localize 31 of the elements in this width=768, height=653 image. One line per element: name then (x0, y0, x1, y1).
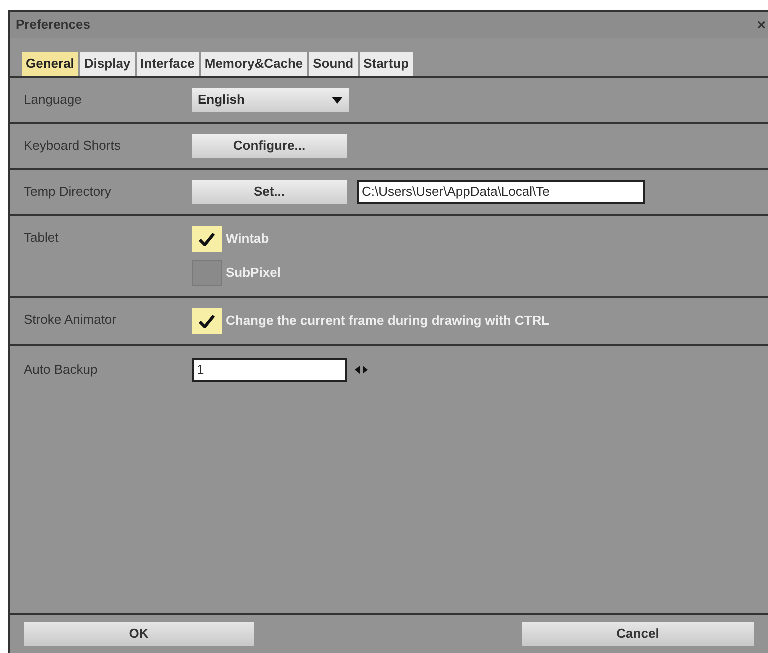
tab[interactable]: Memory&Cache (200, 52, 308, 76)
check-icon (199, 314, 215, 328)
number-field[interactable]: 1 (192, 358, 347, 382)
checkbox[interactable] (192, 260, 222, 286)
tab[interactable]: Display (80, 52, 135, 76)
checkbox-label: Wintab (226, 230, 270, 248)
field-label: Language (24, 91, 83, 109)
language-dropdown[interactable]: English (192, 88, 349, 112)
checkbox[interactable] (192, 226, 222, 252)
checkbox-label: Change the current frame during drawing with CTRL (226, 312, 550, 330)
path-field[interactable]: C:\Users\User\AppData\Local\Te (357, 180, 645, 204)
set-button[interactable]: Set... (192, 180, 347, 204)
field-label: Temp Directory (24, 183, 112, 201)
tab[interactable]: Interface (136, 52, 199, 76)
check-icon (199, 232, 215, 246)
checkbox-label: SubPixel (226, 264, 281, 282)
field-label: Auto Backup (24, 361, 99, 379)
window-title: Preferences (16, 16, 90, 34)
tab[interactable]: Startup (360, 52, 414, 76)
field-label: Keyboard Shorts (24, 137, 122, 155)
spin-arrows-icon[interactable] (355, 366, 368, 374)
field-label: Tablet (24, 229, 60, 247)
field-label: Stroke Animator (24, 311, 118, 329)
set-button[interactable]: Configure... (192, 134, 347, 158)
close-button[interactable]: × (757, 18, 768, 32)
ok-button[interactable]: OK (24, 622, 254, 646)
checkbox[interactable] (192, 308, 222, 334)
tab[interactable]: General (22, 52, 78, 76)
tab[interactable]: Sound (309, 52, 358, 76)
cancel-button[interactable]: Cancel (522, 622, 754, 646)
caret-icon (332, 96, 343, 104)
